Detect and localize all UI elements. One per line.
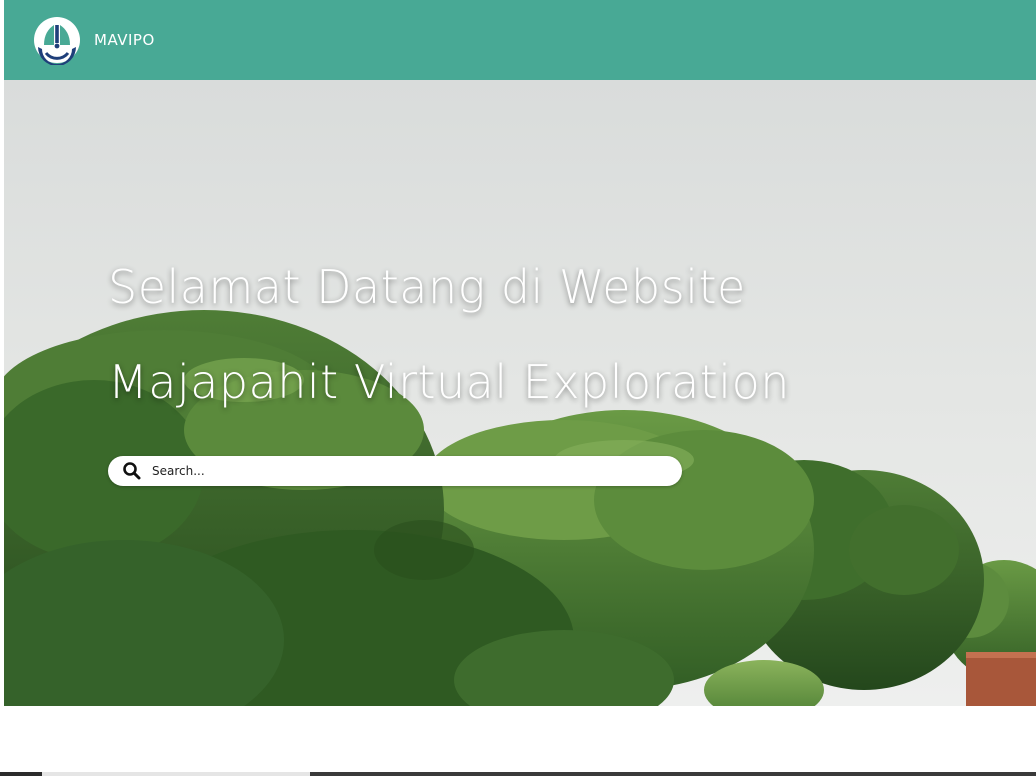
next-section-edge-segment <box>42 772 310 776</box>
mavipo-logo-icon[interactable] <box>32 15 82 66</box>
brand-name[interactable]: MAVIPO <box>94 31 155 49</box>
navbar: MAVIPO <box>4 0 1036 80</box>
search-bar[interactable] <box>108 456 682 486</box>
next-section-edge <box>0 772 1036 776</box>
search-input[interactable] <box>152 458 672 484</box>
hero-section: Selamat Datang di Website Majapahit Virt… <box>4 80 1036 706</box>
hero-title-line1: Selamat Datang di Website <box>108 260 746 314</box>
search-icon[interactable] <box>122 461 142 481</box>
page: MAVIPO Selamat Datang di Website Majapah… <box>0 0 1036 776</box>
next-section-edge-segment <box>310 772 1036 776</box>
next-section-edge-segment <box>0 772 42 776</box>
hero-title-line2: Majapahit Virtual Exploration <box>108 355 790 409</box>
